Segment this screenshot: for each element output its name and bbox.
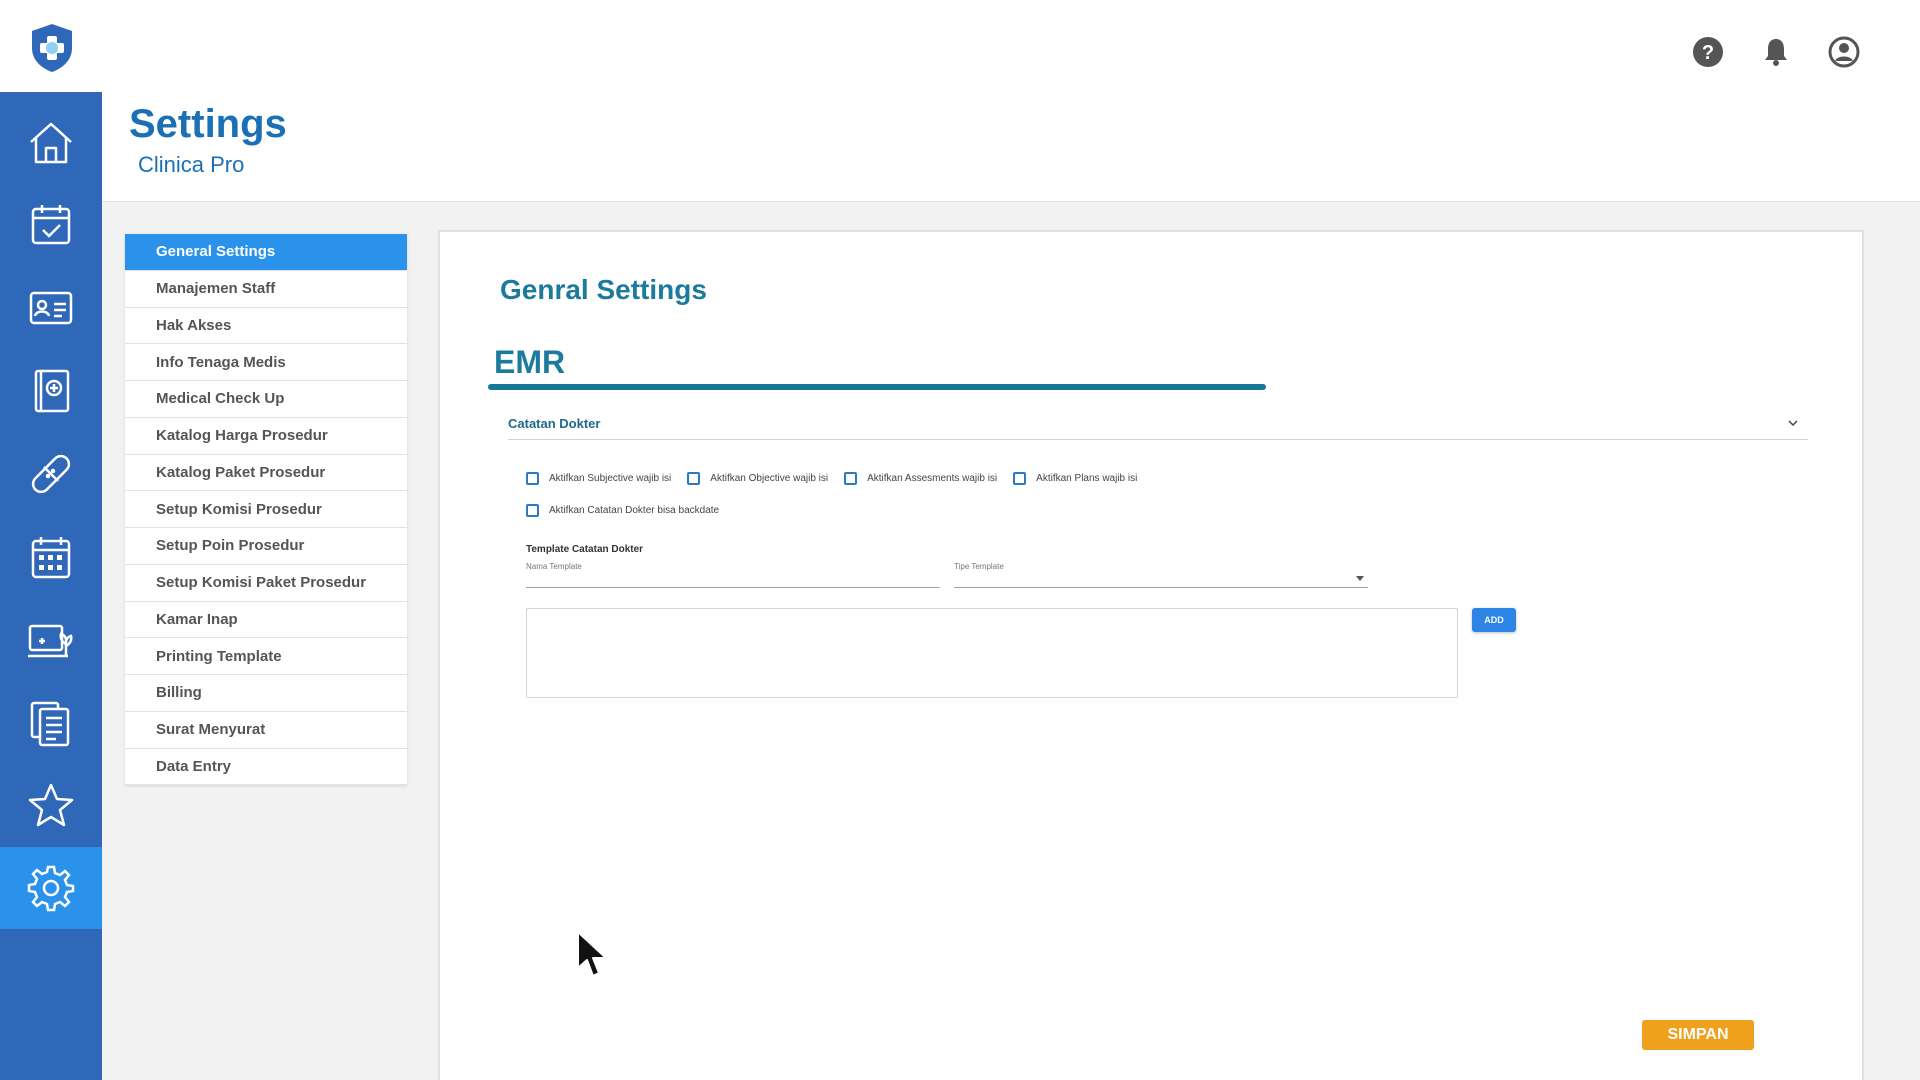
menu-item-general-settings[interactable]: General Settings xyxy=(125,234,407,271)
nama-template-field[interactable]: Nama Template xyxy=(526,562,940,588)
menu-item-kamar-inap[interactable]: Kamar Inap xyxy=(125,602,407,639)
sidebar-item-loyalty[interactable] xyxy=(0,765,102,847)
sidebar-item-procedures[interactable] xyxy=(0,433,102,515)
menu-item-manajemen-staff[interactable]: Manajemen Staff xyxy=(125,271,407,308)
settings-menu: General Settings Manajemen Staff Hak Aks… xyxy=(125,234,407,786)
checkbox-row-2: Aktifkan Catatan Dokter bisa backdate xyxy=(526,504,725,517)
menu-item-info-tenaga-medis[interactable]: Info Tenaga Medis xyxy=(125,344,407,381)
tab-emr-indicator xyxy=(488,384,1266,390)
add-button[interactable]: ADD xyxy=(1472,608,1516,632)
sidebar-item-home[interactable] xyxy=(0,102,102,184)
panel-title: Genral Settings xyxy=(500,274,707,305)
schedule-grid-icon xyxy=(31,537,71,579)
checkbox-box[interactable] xyxy=(1013,472,1027,485)
sidebar-item-appointments[interactable] xyxy=(0,184,102,266)
svg-text:?: ? xyxy=(1702,42,1714,64)
menu-item-setup-komisi-paket-prosedur[interactable]: Setup Komisi Paket Prosedur xyxy=(125,565,407,602)
user-account-icon[interactable] xyxy=(1828,36,1860,68)
bell-icon[interactable] xyxy=(1760,36,1792,68)
checkbox-box[interactable] xyxy=(526,472,539,485)
checkbox-label: Aktifkan Plans wajib isi xyxy=(1036,473,1138,484)
nama-template-label: Nama Template xyxy=(526,562,582,571)
tipe-template-select[interactable]: Tipe Template xyxy=(954,562,1368,588)
checkbox-box[interactable] xyxy=(844,472,858,485)
star-icon xyxy=(28,783,74,827)
menu-item-surat-menyurat[interactable]: Surat Menyurat xyxy=(125,712,407,749)
menu-item-katalog-paket-prosedur[interactable]: Katalog Paket Prosedur xyxy=(125,455,407,492)
checkbox-plans[interactable]: Aktifkan Plans wajib isi xyxy=(1013,472,1137,485)
menu-item-medical-check-up[interactable]: Medical Check Up xyxy=(125,381,407,418)
patient-card-icon xyxy=(29,291,73,325)
catatan-dokter-accordion[interactable]: Catatan Dokter xyxy=(508,412,1808,440)
page-subtitle: Clinica Pro xyxy=(138,152,245,177)
checkbox-label: Aktifkan Catatan Dokter bisa backdate xyxy=(549,505,720,516)
menu-item-setup-poin-prosedur[interactable]: Setup Poin Prosedur xyxy=(125,528,407,565)
shield-cross-logo[interactable] xyxy=(28,22,76,74)
save-button[interactable]: SIMPAN xyxy=(1642,1020,1754,1050)
checkbox-row-1: Aktifkan Subjective wajib isi Aktifkan O… xyxy=(526,472,1143,485)
checkbox-label: Aktifkan Subjective wajib isi xyxy=(549,473,672,484)
help-icon[interactable]: ? xyxy=(1692,36,1724,68)
home-icon xyxy=(30,122,72,164)
settings-panel: Genral Settings EMR Catatan Dokter Aktif… xyxy=(438,230,1864,1080)
template-body-textarea[interactable] xyxy=(526,608,1458,698)
bandage-icon xyxy=(31,454,71,494)
template-heading: Template Catatan Dokter xyxy=(526,544,644,555)
tab-emr[interactable]: EMR xyxy=(494,344,565,381)
sidebar xyxy=(0,92,102,1080)
sidebar-item-medical-records[interactable] xyxy=(0,350,102,432)
dropdown-caret-icon[interactable] xyxy=(1356,576,1364,581)
tipe-template-label: Tipe Template xyxy=(954,562,1004,571)
checkbox-backdate[interactable]: Aktifkan Catatan Dokter bisa backdate xyxy=(526,504,719,517)
tipe-template-value[interactable] xyxy=(954,572,1368,586)
checkbox-label: Aktifkan Assesments wajib isi xyxy=(867,473,998,484)
checkbox-box[interactable] xyxy=(687,472,701,485)
sidebar-item-settings[interactable] xyxy=(0,847,102,929)
medical-record-icon xyxy=(34,369,70,413)
checkbox-assesments[interactable]: Aktifkan Assesments wajib isi xyxy=(844,472,997,485)
menu-item-printing-template[interactable]: Printing Template xyxy=(125,638,407,675)
page-header: Settings Clinica Pro xyxy=(102,92,1920,202)
sidebar-item-schedule[interactable] xyxy=(0,517,102,599)
checkbox-objective[interactable]: Aktifkan Objective wajib isi xyxy=(687,472,828,485)
sidebar-item-reports[interactable] xyxy=(0,682,102,764)
page-title: Settings xyxy=(129,102,287,146)
monitor-plant-icon xyxy=(28,624,73,658)
checkbox-label: Aktifkan Objective wajib isi xyxy=(710,473,829,484)
gear-icon xyxy=(27,865,75,912)
menu-item-hak-akses[interactable]: Hak Akses xyxy=(125,308,407,345)
sidebar-item-online[interactable] xyxy=(0,600,102,682)
checkbox-subjective[interactable]: Aktifkan Subjective wajib isi xyxy=(526,472,671,485)
chevron-down-icon[interactable] xyxy=(1786,416,1800,430)
calendar-check-icon xyxy=(31,205,71,245)
checkbox-box[interactable] xyxy=(526,504,539,517)
documents-icon xyxy=(30,701,70,747)
accordion-label: Catatan Dokter xyxy=(508,416,601,431)
menu-item-setup-komisi-prosedur[interactable]: Setup Komisi Prosedur xyxy=(125,491,407,528)
menu-item-katalog-harga-prosedur[interactable]: Katalog Harga Prosedur xyxy=(125,418,407,455)
nama-template-input[interactable] xyxy=(526,572,940,586)
menu-item-data-entry[interactable]: Data Entry xyxy=(125,749,407,786)
top-bar: ? xyxy=(0,0,1920,92)
menu-item-billing[interactable]: Billing xyxy=(125,675,407,712)
sidebar-item-patients[interactable] xyxy=(0,267,102,349)
